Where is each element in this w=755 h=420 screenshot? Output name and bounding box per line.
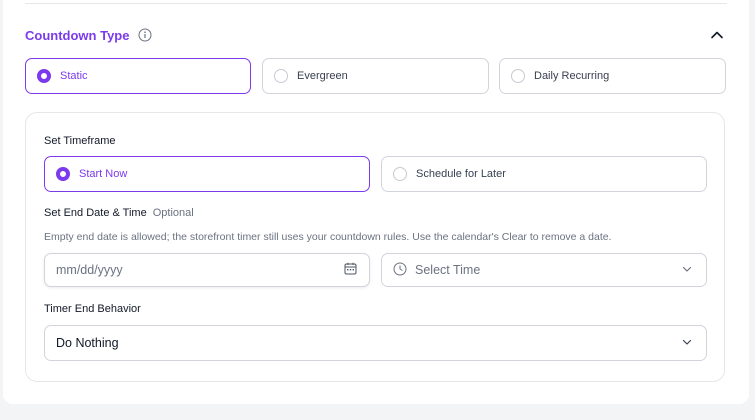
option-label: Evergreen xyxy=(297,70,348,82)
timeframe-panel: Set Timeframe Start Now Schedule for Lat… xyxy=(25,112,725,382)
date-placeholder: mm/dd/yyyy xyxy=(56,263,123,277)
end-date-helper-text: Empty end date is allowed; the storefron… xyxy=(44,231,612,243)
countdown-type-header: Countdown Type xyxy=(25,26,152,44)
time-placeholder: Select Time xyxy=(415,263,481,277)
end-date-label: Set End Date & Time Optional xyxy=(44,207,194,219)
timeframe-schedule-later-option[interactable]: Schedule for Later xyxy=(381,156,707,192)
radio-icon xyxy=(274,69,288,83)
clock-icon xyxy=(393,262,407,279)
timer-end-behavior-select[interactable]: Do Nothing xyxy=(44,325,707,361)
option-label: Static xyxy=(60,70,88,82)
radio-selected-icon xyxy=(37,69,51,83)
timer-end-behavior-value: Do Nothing xyxy=(56,336,119,350)
countdown-type-evergreen-option[interactable]: Evergreen xyxy=(262,58,489,94)
end-date-input[interactable]: mm/dd/yyyy xyxy=(44,253,370,287)
timer-end-behavior-label: Timer End Behavior xyxy=(44,303,141,315)
end-time-select[interactable]: Select Time xyxy=(381,253,707,287)
end-date-label-text: Set End Date & Time xyxy=(44,207,147,219)
countdown-type-daily-recurring-option[interactable]: Daily Recurring xyxy=(499,58,726,94)
countdown-settings-card: Countdown Type Static Evergreen Daily Re… xyxy=(3,0,749,404)
chevron-down-icon xyxy=(682,263,692,277)
radio-icon xyxy=(511,69,525,83)
chevron-up-icon[interactable] xyxy=(707,25,727,45)
radio-selected-icon xyxy=(56,167,70,181)
optional-tag: Optional xyxy=(152,207,194,219)
top-divider xyxy=(25,3,727,4)
option-label: Schedule for Later xyxy=(416,168,506,180)
radio-icon xyxy=(393,167,407,181)
option-label: Start Now xyxy=(79,168,128,180)
countdown-type-static-option[interactable]: Static xyxy=(25,58,251,94)
option-label: Daily Recurring xyxy=(534,70,610,82)
calendar-icon[interactable] xyxy=(344,262,357,278)
chevron-down-icon xyxy=(682,336,692,350)
countdown-type-title: Countdown Type xyxy=(25,27,130,43)
set-timeframe-label: Set Timeframe xyxy=(44,135,116,147)
info-icon[interactable] xyxy=(138,28,152,42)
timeframe-start-now-option[interactable]: Start Now xyxy=(44,156,370,192)
